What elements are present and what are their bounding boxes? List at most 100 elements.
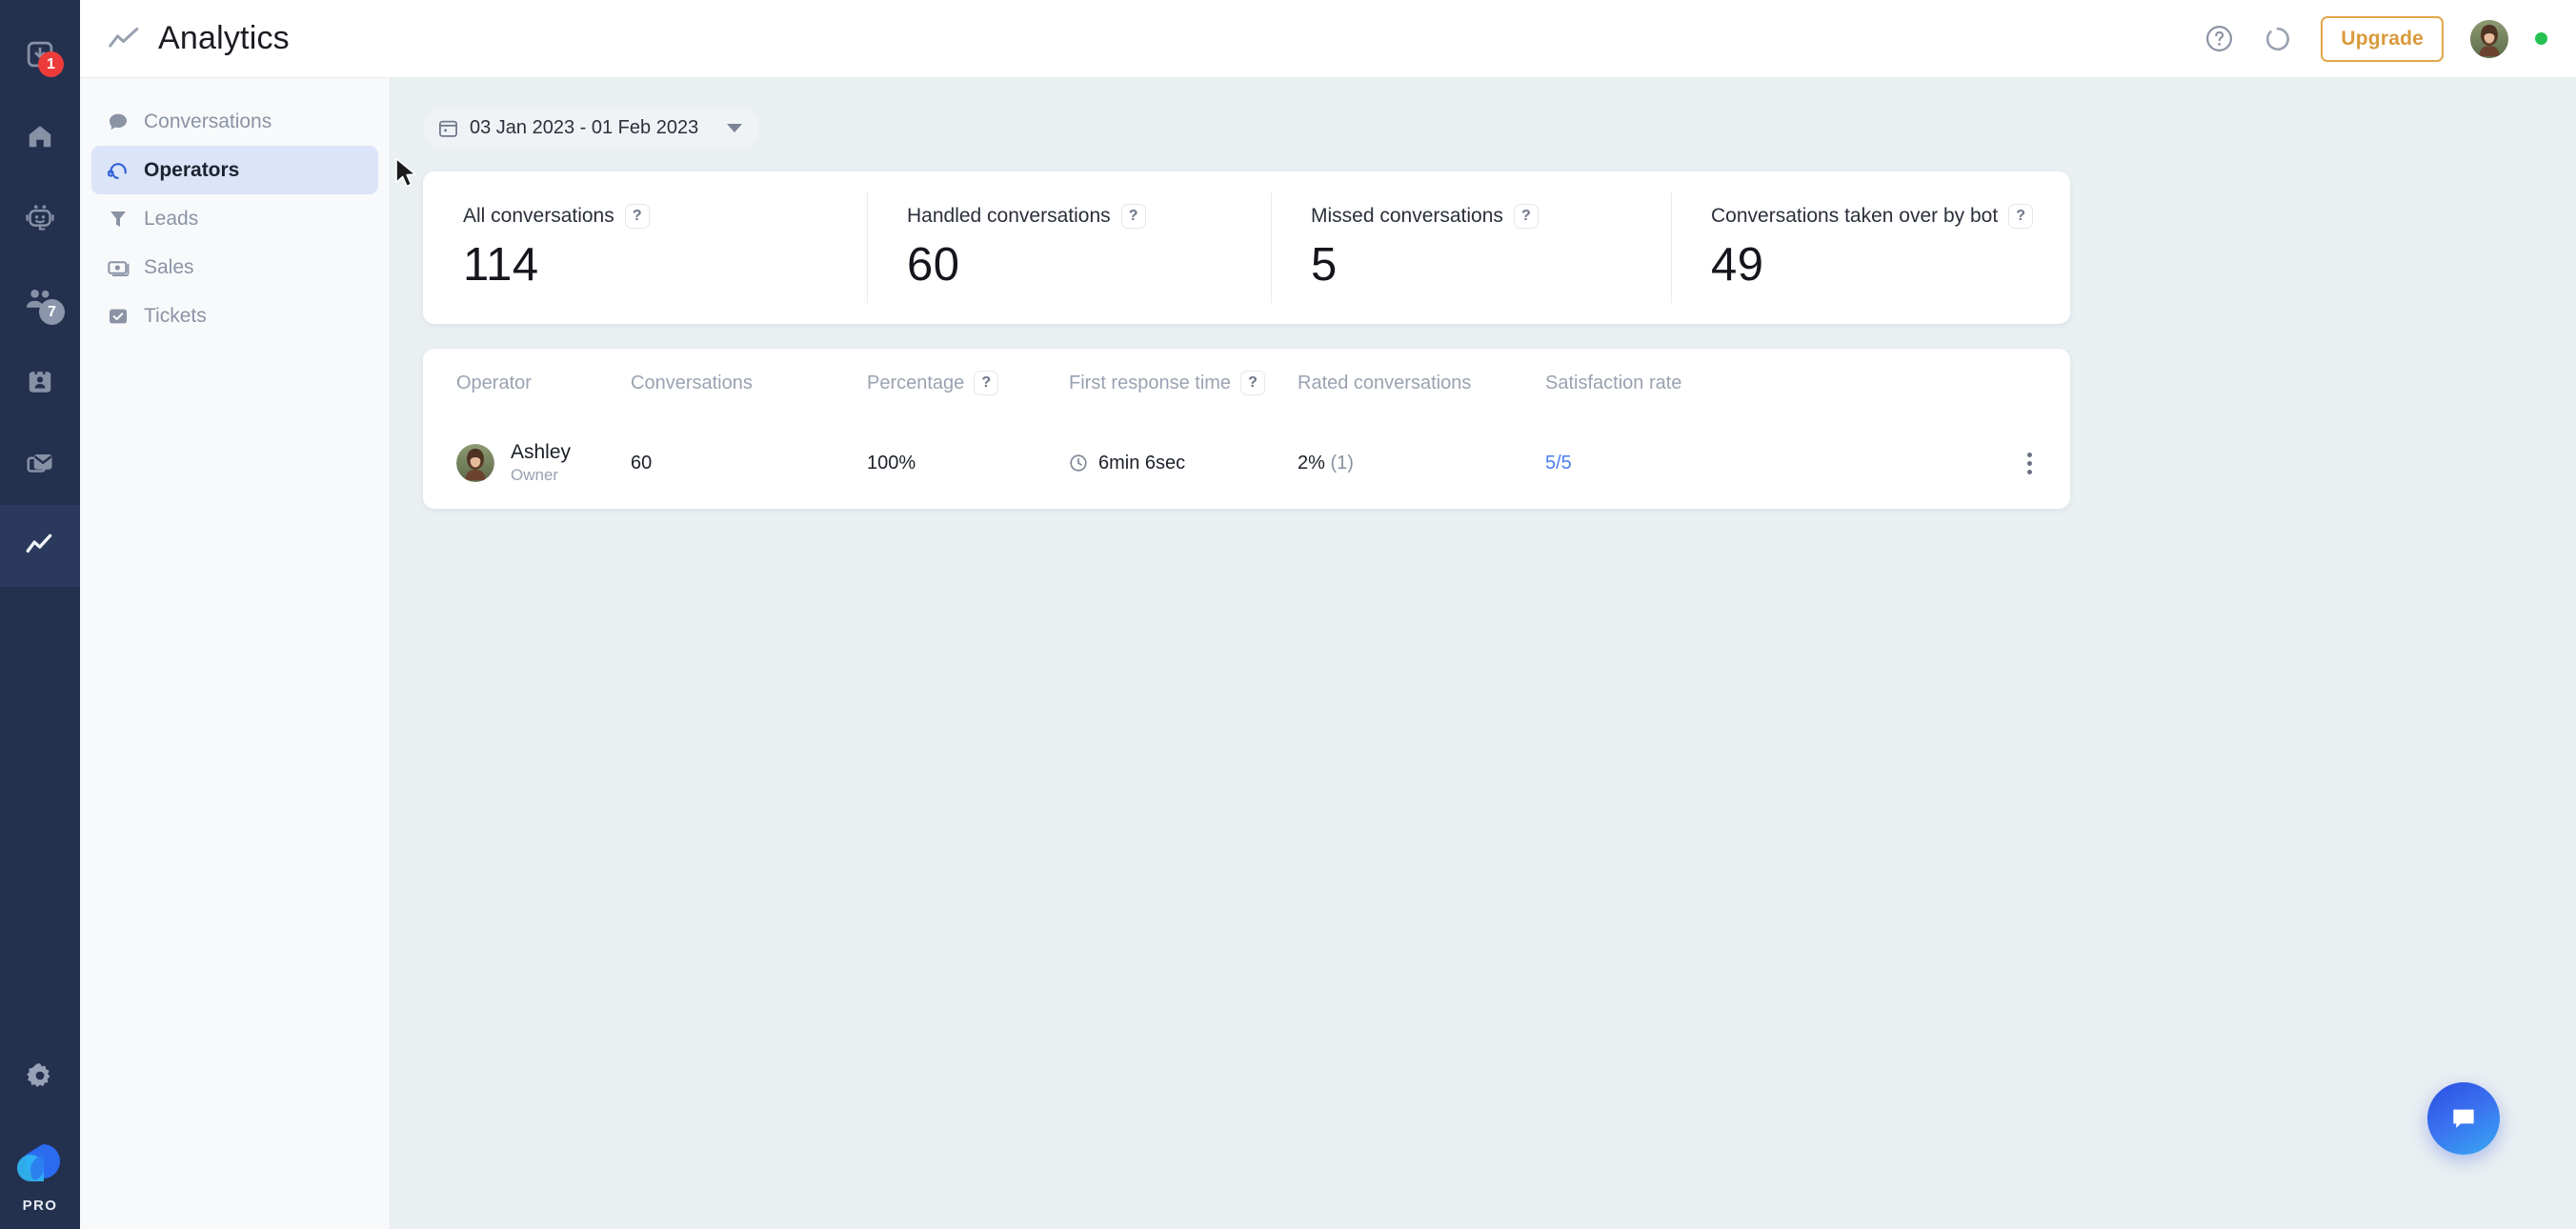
- operator-text: Ashley Owner: [511, 440, 571, 486]
- help-tooltip-icon[interactable]: ?: [2008, 204, 2033, 229]
- body-split: Conversations Operators: [80, 78, 2576, 1229]
- kebab-dot: [2027, 470, 2032, 474]
- main-content: 03 Jan 2023 - 01 Feb 2023 All conversati…: [391, 78, 2576, 1229]
- table-row[interactable]: Ashley Owner 60 100%: [423, 417, 2070, 509]
- rated-percent: 2%: [1298, 453, 1325, 473]
- help-circle-icon: [2204, 24, 2234, 53]
- refresh-button[interactable]: [2262, 23, 2294, 55]
- rail-item-inbox[interactable]: 1: [0, 13, 80, 95]
- cell-actions: [1955, 453, 2070, 474]
- rail-item-visitors[interactable]: 7: [0, 259, 80, 341]
- top-bar: Analytics Upgrade: [80, 0, 2576, 78]
- tidio-logo-icon: [15, 1141, 65, 1187]
- column-label: Rated conversations: [1298, 373, 1471, 394]
- operators-table-card: Operator Conversations Percentage ? Firs…: [423, 349, 2070, 509]
- kebab-menu-icon[interactable]: [2027, 453, 2032, 474]
- avatar-photo-icon: [456, 444, 494, 482]
- sidebar-item-label: Conversations: [144, 111, 272, 133]
- stat-value: 49: [1711, 238, 2070, 292]
- column-label: Operator: [456, 373, 532, 393]
- money-icon: [107, 257, 130, 278]
- column-header-first-response-time[interactable]: First response time ?: [1069, 371, 1298, 395]
- page-brand: Analytics: [80, 20, 290, 57]
- avatar: [456, 444, 494, 482]
- rail-item-contacts[interactable]: [0, 341, 80, 423]
- funnel-icon: [107, 209, 130, 230]
- stat-conversations-taken-over-by-bot: Conversations taken over by bot ? 49: [1671, 171, 2070, 324]
- help-tooltip-icon[interactable]: ?: [974, 371, 998, 395]
- headset-icon: [107, 160, 130, 181]
- column-label: Percentage: [867, 373, 964, 394]
- column-label: First response time: [1069, 373, 1231, 394]
- rail-item-home[interactable]: [0, 95, 80, 177]
- sidebar-item-label: Operators: [144, 159, 239, 182]
- sidebar-item-conversations[interactable]: Conversations: [91, 97, 378, 146]
- rail-item-settings[interactable]: [0, 1035, 80, 1117]
- first-response-time-value: 6min 6sec: [1098, 453, 1185, 474]
- column-header-percentage[interactable]: Percentage ?: [867, 371, 1069, 395]
- column-label: Satisfaction rate: [1545, 373, 1681, 394]
- kebab-dot: [2027, 453, 2032, 457]
- date-range-picker[interactable]: 03 Jan 2023 - 01 Feb 2023: [423, 107, 759, 149]
- operator-name: Ashley: [511, 440, 571, 465]
- cursor-arrow-icon: [394, 157, 419, 190]
- first-response-time-wrap: 6min 6sec: [1069, 453, 1298, 474]
- sidebar-item-sales[interactable]: Sales: [91, 243, 378, 292]
- chat-launcher-button[interactable]: [2427, 1082, 2500, 1155]
- sidebar-item-label: Leads: [144, 208, 198, 231]
- cell-percentage: 100%: [867, 453, 1069, 474]
- right-pane: Analytics Upgrade: [80, 0, 2576, 1229]
- satisfaction-rate-value[interactable]: 5/5: [1545, 453, 1572, 473]
- avatar-image: [2470, 20, 2508, 58]
- cell-rated-conversations: 2% (1): [1298, 453, 1545, 474]
- help-button[interactable]: [2203, 23, 2235, 55]
- cell-conversations: 60: [631, 453, 867, 474]
- rail-item-campaigns[interactable]: [0, 423, 80, 505]
- app-root: 1: [0, 0, 2576, 1229]
- upgrade-button[interactable]: Upgrade: [2321, 16, 2444, 62]
- column-header-satisfaction-rate[interactable]: Satisfaction rate: [1545, 373, 1955, 394]
- help-tooltip-icon[interactable]: ?: [625, 204, 650, 229]
- column-header-operator[interactable]: Operator: [423, 373, 631, 394]
- spinner-icon: [2264, 25, 2292, 53]
- brand-logo[interactable]: [15, 1141, 65, 1192]
- operator-identity[interactable]: Ashley Owner: [423, 440, 631, 486]
- stat-value: 114: [463, 238, 867, 292]
- clock-icon: [1069, 453, 1088, 473]
- stat-handled-conversations: Handled conversations ? 60: [867, 171, 1271, 324]
- page-title: Analytics: [158, 20, 290, 57]
- inbox-badge: 1: [38, 51, 64, 77]
- mouse-cursor: [394, 157, 419, 194]
- stats-card: All conversations ? 114 Handled conversa…: [423, 171, 2070, 324]
- kebab-dot: [2027, 461, 2032, 466]
- sidebar-item-tickets[interactable]: Tickets: [91, 292, 378, 340]
- rail-item-chatbot[interactable]: [0, 177, 80, 259]
- mail-icon: [26, 450, 54, 478]
- date-range-value: 03 Jan 2023 - 01 Feb 2023: [470, 117, 698, 139]
- chat-bubble-icon: [2448, 1103, 2479, 1134]
- contacts-icon: [26, 368, 54, 396]
- cell-first-response-time: 6min 6sec: [1069, 453, 1298, 474]
- gear-icon: [26, 1061, 54, 1090]
- stat-label: All conversations: [463, 205, 614, 228]
- help-tooltip-icon[interactable]: ?: [1240, 371, 1265, 395]
- stat-value: 60: [907, 238, 1271, 292]
- plan-badge: PRO: [23, 1198, 58, 1214]
- table-header-row: Operator Conversations Percentage ? Firs…: [423, 349, 2070, 417]
- sidebar-item-operators[interactable]: Operators: [91, 146, 378, 194]
- column-header-conversations[interactable]: Conversations: [631, 373, 867, 394]
- help-tooltip-icon[interactable]: ?: [1514, 204, 1539, 229]
- sidebar-item-label: Tickets: [144, 305, 207, 328]
- help-tooltip-icon[interactable]: ?: [1121, 204, 1146, 229]
- stat-label-row: Conversations taken over by bot ?: [1711, 204, 2070, 229]
- stat-label: Handled conversations: [907, 205, 1111, 228]
- avatar[interactable]: [2470, 20, 2508, 58]
- avatar-photo-icon: [2470, 20, 2508, 58]
- rail-item-analytics[interactable]: [0, 505, 80, 587]
- top-bar-actions: Upgrade: [2203, 16, 2576, 62]
- cell-satisfaction-rate: 5/5: [1545, 453, 1955, 474]
- column-header-rated-conversations[interactable]: Rated conversations: [1298, 373, 1545, 394]
- sidebar-item-leads[interactable]: Leads: [91, 194, 378, 243]
- calendar-icon: [438, 118, 458, 138]
- visitors-badge: 7: [39, 299, 65, 325]
